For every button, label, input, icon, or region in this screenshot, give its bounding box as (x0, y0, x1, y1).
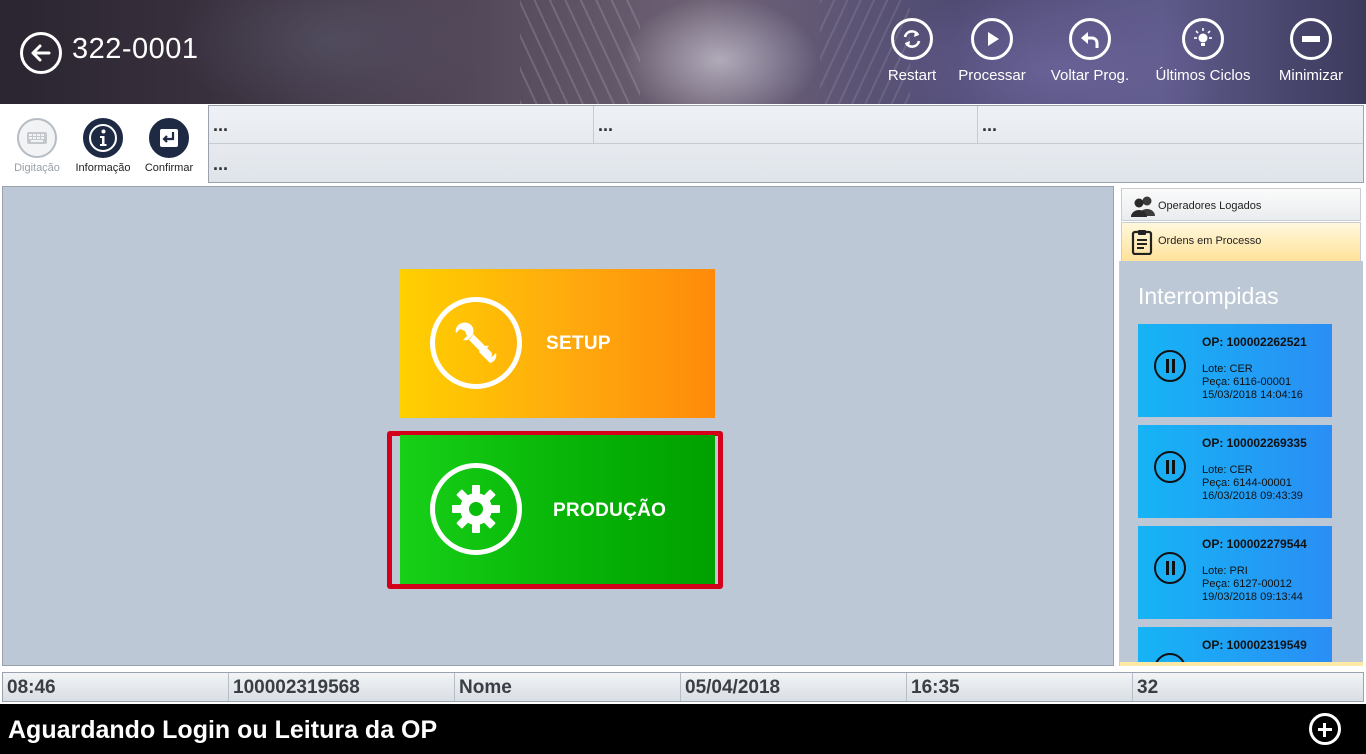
order-lote: Lote: CER (1202, 363, 1253, 375)
machine-title: 322-0001 (72, 33, 199, 65)
gear-icon (430, 463, 522, 555)
minimizar-button[interactable]: Minimizar (1261, 18, 1361, 84)
lightbulb-icon (1182, 18, 1224, 60)
message-bar: Aguardando Login ou Leitura da OP (0, 704, 1366, 754)
tab-operadores-logados-label: Operadores Logados (1158, 200, 1262, 212)
order-peca: Peça: 6116-00001 (1202, 376, 1292, 388)
status-bar: 08:46 100002319568 Nome 05/04/2018 16:35… (2, 672, 1364, 702)
order-card[interactable]: OP: 100002279544 Lote: PRI Peça: 6127-00… (1138, 526, 1332, 619)
status-clock: 16:35 (907, 673, 1133, 701)
producao-label: PRODUÇÃO (553, 500, 667, 521)
status-op-number: 100002319568 (229, 673, 455, 701)
order-peca: Peça: 6144-00001 (1202, 477, 1292, 489)
order-datetime: 15/03/2018 14:04:16 (1202, 389, 1303, 401)
back-button[interactable] (20, 32, 62, 74)
setup-button[interactable]: SETUP (400, 269, 715, 418)
undo-icon (1069, 18, 1111, 60)
clipboard-icon (1131, 230, 1153, 255)
status-time: 08:46 (3, 673, 229, 701)
order-lote: Lote: CER (1202, 464, 1253, 476)
info-grid: ... ... ... ... (208, 105, 1364, 183)
panel-bottom-strip (1120, 662, 1363, 666)
pause-icon (1154, 451, 1186, 483)
informacao-label: Informação (75, 162, 131, 174)
ultimos-ciclos-label: Últimos Ciclos (1155, 67, 1251, 84)
info-cell: ... (982, 115, 998, 135)
digitacao-label: Digitação (14, 162, 60, 174)
info-row: ... (209, 145, 1363, 183)
info-cell: ... (594, 106, 978, 144)
plus-icon[interactable] (1309, 713, 1341, 745)
order-card[interactable]: OP: 100002319549 (1138, 627, 1332, 666)
arrow-left-icon (31, 44, 51, 62)
main-area: SETUP PRODUÇÃO (2, 186, 1114, 666)
order-op: OP: 100002269335 (1202, 436, 1307, 450)
refresh-icon (891, 18, 933, 60)
order-op: OP: 100002279544 (1202, 537, 1307, 551)
order-datetime: 16/03/2018 09:43:39 (1202, 490, 1303, 502)
processar-label: Processar (958, 67, 1026, 84)
info-cell: ... (213, 154, 229, 174)
voltar-prog-label: Voltar Prog. (1050, 67, 1130, 84)
status-operator-name: Nome (455, 673, 681, 701)
voltar-prog-button[interactable]: Voltar Prog. (1040, 18, 1140, 84)
confirmar-label: Confirmar (144, 162, 194, 174)
minimizar-label: Minimizar (1278, 67, 1344, 84)
order-card[interactable]: OP: 100002269335 Lote: CER Peça: 6144-00… (1138, 425, 1332, 518)
order-op: OP: 100002262521 (1202, 335, 1307, 349)
informacao-button[interactable]: Informação (70, 118, 136, 174)
digitacao-button[interactable]: Digitação (4, 118, 70, 174)
setup-label: SETUP (546, 333, 611, 354)
status-date: 05/04/2018 (681, 673, 907, 701)
pause-icon (1154, 552, 1186, 584)
play-icon (971, 18, 1013, 60)
keyboard-icon (17, 118, 57, 158)
info-icon (83, 118, 123, 158)
users-icon (1131, 196, 1155, 217)
enter-icon (149, 118, 189, 158)
header-background-truss (520, 0, 640, 104)
order-card[interactable]: OP: 100002262521 Lote: CER Peça: 6116-00… (1138, 324, 1332, 417)
order-peca: Peça: 6127-00012 (1202, 578, 1292, 590)
interrompidas-title: Interrompidas (1138, 283, 1279, 309)
tab-ordens-em-processo[interactable]: Ordens em Processo (1121, 222, 1361, 261)
confirmar-button[interactable]: Confirmar (136, 118, 202, 174)
pause-icon (1154, 350, 1186, 382)
wrench-icon (430, 297, 522, 389)
status-message: Aguardando Login ou Leitura da OP (8, 716, 438, 744)
status-count: 32 (1137, 677, 1159, 698)
tab-ordens-em-processo-label: Ordens em Processo (1158, 235, 1262, 247)
order-lote: Lote: PRI (1202, 565, 1248, 577)
ordens-panel: Interrompidas OP: 100002262521 Lote: CER… (1119, 261, 1363, 666)
order-datetime: 19/03/2018 09:13:44 (1202, 591, 1303, 603)
minus-icon (1290, 18, 1332, 60)
ultimos-ciclos-button[interactable]: Últimos Ciclos (1153, 18, 1253, 84)
processar-button[interactable]: Processar (942, 18, 1042, 84)
header-banner: 322-0001 Restart Processar Voltar Prog. (0, 0, 1366, 104)
tab-operadores-logados[interactable]: Operadores Logados (1121, 188, 1361, 221)
info-cell: ... (209, 106, 594, 144)
producao-button[interactable]: PRODUÇÃO (400, 435, 715, 584)
order-op: OP: 100002319549 (1202, 638, 1307, 652)
info-row: ... ... ... (209, 106, 1363, 144)
